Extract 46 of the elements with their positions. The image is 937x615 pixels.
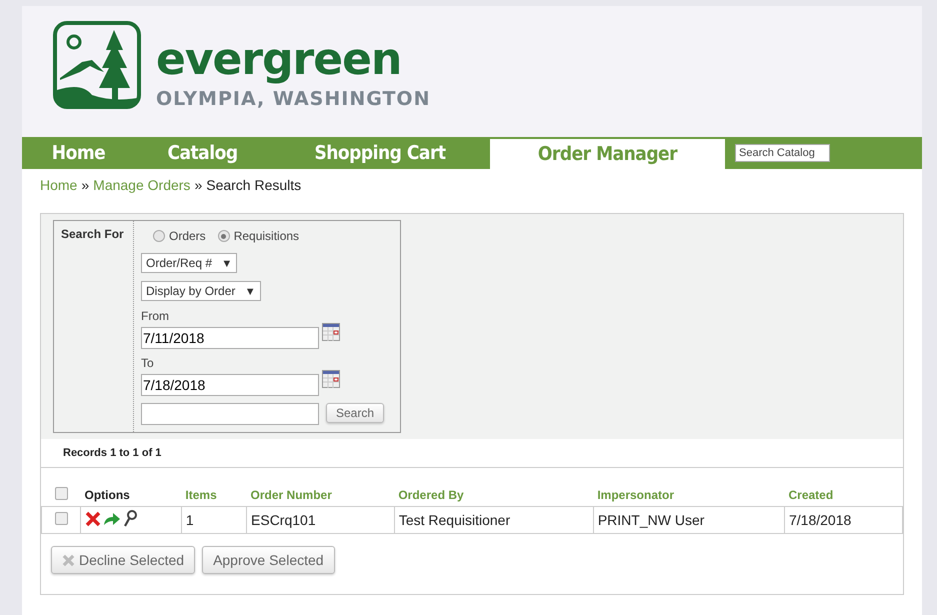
to-label: To <box>141 356 155 370</box>
type-radio[interactable]: Requisitions <box>218 229 300 243</box>
column-header[interactable]: Ordered By <box>398 488 464 502</box>
table-cell: 1 <box>181 506 247 534</box>
table-cell: PRINT_NW User <box>593 506 784 534</box>
table-cell: Test Requisitioner <box>394 506 594 534</box>
breadcrumb-current: Search Results <box>206 177 302 193</box>
nav-tab[interactable]: Shopping Cart <box>270 137 490 169</box>
field-dropdown[interactable]: Order/Req # ▼ <box>141 253 238 273</box>
close-icon <box>62 554 75 566</box>
table-cell: 7/18/2018 <box>784 506 902 534</box>
records-count: Records 1 to 1 of 1 <box>41 439 903 468</box>
table-cell: ESCrq101 <box>246 506 394 534</box>
nav-tab[interactable]: Order Manager <box>490 139 725 169</box>
column-header: Options <box>84 488 130 502</box>
display-dropdown[interactable]: Display by Order ▼ <box>141 281 261 301</box>
search-icon[interactable] <box>123 510 137 528</box>
breadcrumb-link[interactable]: Manage Orders <box>93 177 190 193</box>
nav-tab[interactable]: Catalog <box>135 137 270 169</box>
search-text-field[interactable] <box>141 403 319 425</box>
column-header[interactable]: Impersonator <box>597 488 674 502</box>
breadcrumb-separator: » <box>81 177 90 193</box>
calendar-icon[interactable] <box>322 323 340 341</box>
row-checkbox[interactable] <box>54 512 68 525</box>
to-date-field[interactable]: 7/18/2018 <box>141 374 319 396</box>
type-radio[interactable]: Orders <box>153 229 206 243</box>
breadcrumb-link[interactable]: Home <box>40 177 78 193</box>
select-all-checkbox[interactable] <box>54 487 68 500</box>
search-button[interactable]: Search <box>326 403 384 423</box>
from-label: From <box>141 309 170 323</box>
column-header[interactable]: Created <box>788 488 834 502</box>
from-date-field[interactable]: 7/11/2018 <box>141 327 319 349</box>
search-for-label: Search For <box>61 227 124 241</box>
column-header[interactable]: Order Number <box>250 488 332 502</box>
calendar-icon[interactable] <box>322 370 340 388</box>
decline-button[interactable]: Decline Selected <box>51 546 196 574</box>
close-icon[interactable] <box>85 511 101 527</box>
column-header[interactable]: Items <box>185 488 217 502</box>
curved-arrow-icon[interactable] <box>103 512 121 526</box>
tree-mountain-logo-icon <box>52 20 142 110</box>
nav-tab[interactable]: Home <box>22 137 135 169</box>
search-catalog-field[interactable]: Search Catalog <box>735 144 830 162</box>
brand-name: evergreen <box>156 38 402 82</box>
brand-tagline: OLYMPIA, WASHINGTON <box>156 88 430 110</box>
approve-button[interactable]: Approve Selected <box>202 546 335 574</box>
breadcrumb-separator: » <box>194 177 202 193</box>
